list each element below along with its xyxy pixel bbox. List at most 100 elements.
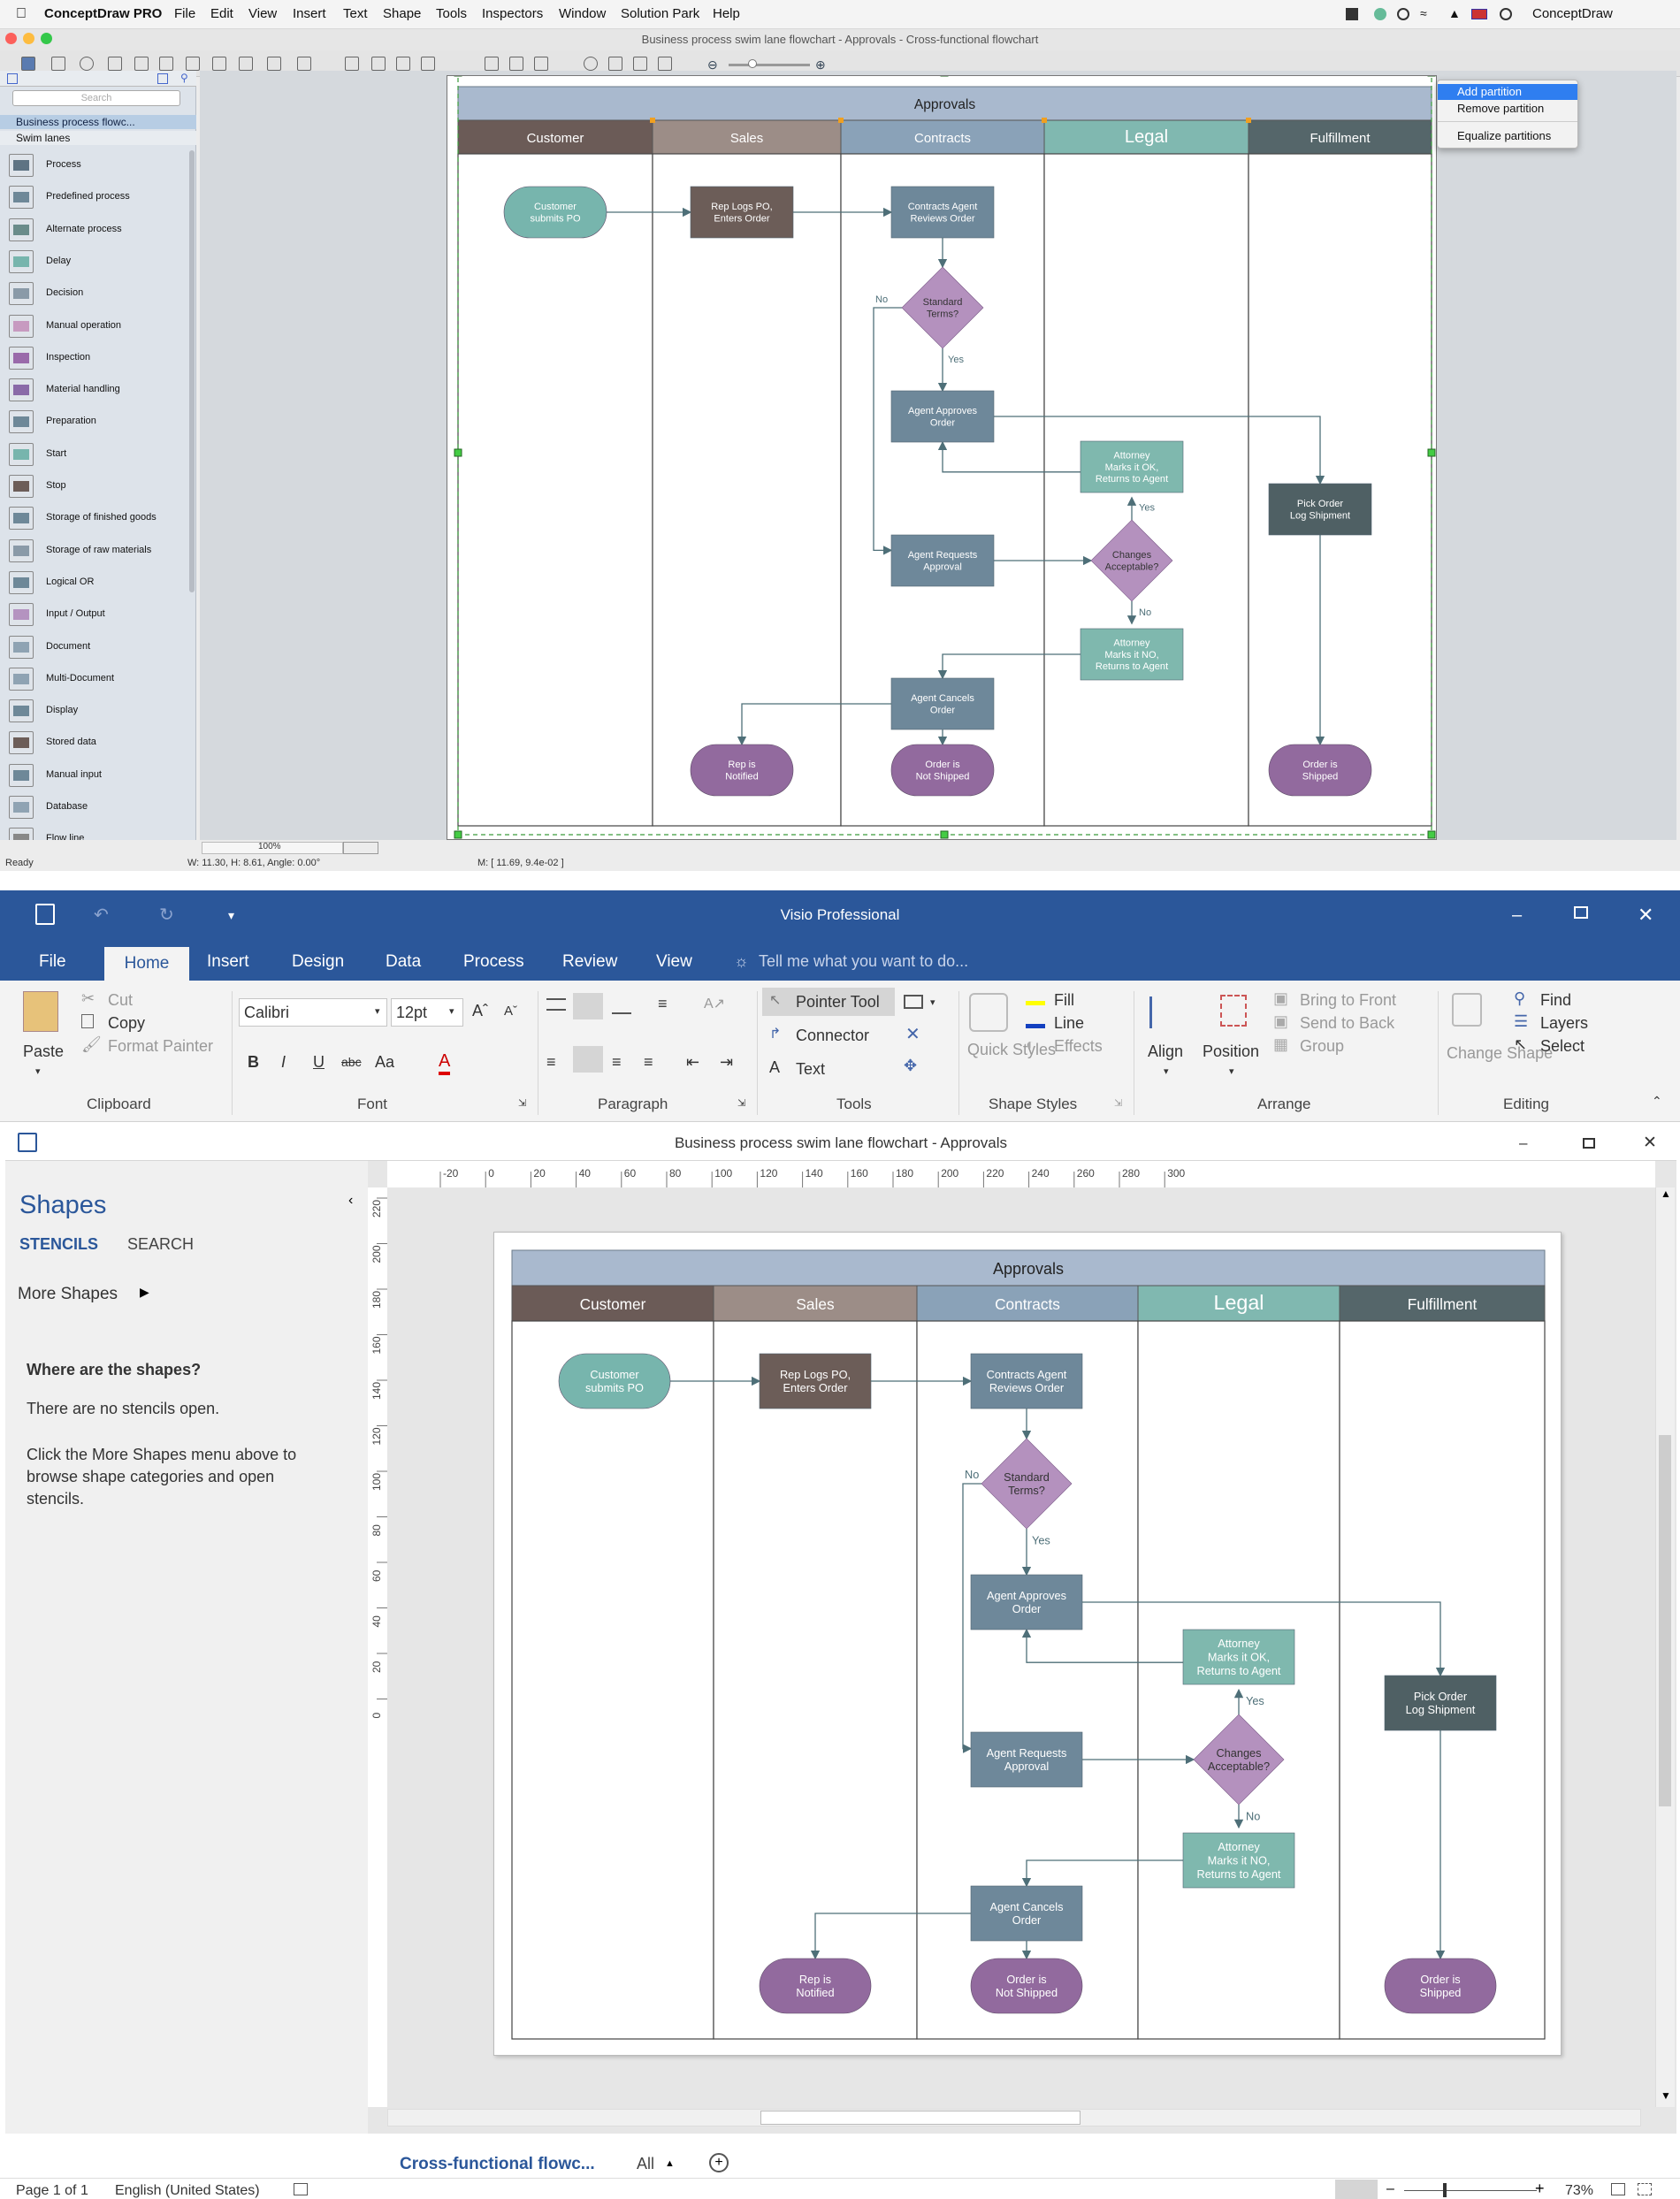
library-search-input[interactable]: Search	[12, 90, 180, 106]
menu-equalize-partitions[interactable]: Equalize partitions	[1438, 128, 1577, 144]
change-case-icon[interactable]: Aa	[375, 1053, 394, 1072]
library-scrollbar[interactable]	[189, 150, 195, 592]
library-shape-item[interactable]: Manual operation	[5, 311, 191, 341]
align-icon[interactable]	[1149, 996, 1172, 1028]
all-pages-tab[interactable]: All	[637, 2155, 654, 2173]
macro-icon[interactable]	[294, 2183, 308, 2195]
tell-me-input[interactable]: Tell me what you want to do...	[759, 952, 968, 971]
zoom-window-icon[interactable]	[41, 33, 52, 44]
format-painter-button[interactable]: Format Painter	[108, 1037, 213, 1056]
select-area-icon[interactable]	[485, 57, 499, 71]
menu-solution-park[interactable]: Solution Park	[621, 6, 699, 21]
library-shape-item[interactable]: Storage of raw materials	[5, 536, 191, 566]
status-icon[interactable]	[1374, 8, 1386, 20]
tab-review[interactable]: Review	[562, 952, 617, 972]
font-name-dropdown-icon[interactable]: ▾	[375, 1005, 380, 1017]
quick-styles-button[interactable]: Quick Styles	[967, 1041, 1056, 1059]
align-center-icon[interactable]	[573, 1046, 603, 1073]
selection-handle[interactable]	[940, 830, 949, 839]
switch-windows-icon[interactable]	[1638, 2183, 1652, 2195]
view-mode-icon[interactable]	[157, 73, 168, 84]
eject-icon[interactable]: ▲	[1448, 6, 1461, 20]
redo-icon[interactable]: ↻	[159, 890, 174, 940]
layers-button[interactable]: Layers	[1540, 1014, 1588, 1033]
rectangle-dropdown-icon[interactable]: ▾	[930, 996, 935, 1008]
selection-handle[interactable]	[1427, 448, 1436, 457]
align-right-icon[interactable]: ≡	[612, 1053, 622, 1072]
tab-file[interactable]: File	[39, 952, 66, 972]
doc-close-icon[interactable]: ✕	[1643, 1126, 1657, 1161]
line-tool-icon[interactable]	[345, 57, 359, 71]
send-to-back-icon[interactable]: ▣	[1273, 1012, 1288, 1031]
menu-help[interactable]: Help	[713, 6, 740, 21]
connector-tool-icon[interactable]	[134, 57, 149, 71]
align-bottom-icon[interactable]	[612, 1004, 631, 1014]
justify-icon[interactable]: ≡	[644, 1053, 653, 1072]
freehand-tool-icon[interactable]	[421, 57, 435, 71]
align-top-icon[interactable]	[546, 998, 566, 1011]
time-machine-icon[interactable]	[1500, 8, 1512, 20]
stamp-tool-icon[interactable]	[633, 57, 647, 71]
paragraph-launcher-icon[interactable]: ⇲	[737, 1097, 745, 1109]
close-window-icon[interactable]	[5, 33, 17, 44]
zoom-in-icon[interactable]: +	[1535, 2180, 1545, 2198]
zoom-level[interactable]: 73%	[1565, 2183, 1593, 2199]
effects-button[interactable]: Effects	[1054, 1037, 1103, 1056]
ungroup-icon[interactable]	[534, 57, 548, 71]
status-page[interactable]: Page 1 of 1	[16, 2183, 88, 2199]
library-shape-item[interactable]: Decision	[5, 279, 191, 309]
round-connector-icon[interactable]	[186, 57, 200, 71]
menu-text[interactable]: Text	[343, 6, 368, 21]
pointer-tool-button[interactable]: Pointer Tool	[796, 993, 880, 1012]
library-shape-item[interactable]: Stop	[5, 471, 191, 501]
bold-icon[interactable]: B	[248, 1053, 259, 1072]
tab-design[interactable]: Design	[292, 952, 344, 972]
select-button[interactable]: Select	[1540, 1037, 1585, 1056]
menu-view[interactable]: View	[248, 6, 277, 21]
align-middle-icon[interactable]	[573, 993, 603, 1019]
zoom-slider-thumb[interactable]	[1443, 2183, 1447, 2197]
connector-button[interactable]: Connector	[796, 1027, 869, 1045]
effects-icon[interactable]: ◐	[1026, 1035, 1035, 1054]
paste-dropdown-icon[interactable]: ▾	[35, 1065, 41, 1077]
quick-styles-icon[interactable]	[969, 993, 1008, 1032]
text-button[interactable]: Text	[796, 1060, 825, 1079]
library-shape-item[interactable]: Predefined process	[5, 182, 191, 212]
close-icon[interactable]: ✕	[1638, 890, 1653, 940]
library-shape-item[interactable]: Document	[5, 632, 191, 662]
fill-icon[interactable]	[1026, 989, 1045, 1005]
library-shape-item[interactable]: Input / Output	[5, 599, 191, 630]
library-shape-item[interactable]: Alternate process	[5, 215, 191, 245]
lane-handle[interactable]	[1042, 118, 1047, 123]
send-to-back-button[interactable]: Send to Back	[1300, 1014, 1394, 1033]
pointer-tool-icon[interactable]	[21, 57, 35, 71]
position-icon[interactable]	[1220, 995, 1247, 1027]
library-shape-item[interactable]: Logical OR	[5, 568, 191, 598]
library-swim-lanes[interactable]: Swim lanes	[0, 131, 196, 145]
lane-handle[interactable]	[838, 118, 844, 123]
chevron-right-icon[interactable]: ▶	[140, 1285, 149, 1300]
font-size-dropdown-icon[interactable]: ▾	[449, 1005, 454, 1017]
apple-icon[interactable]: 	[16, 6, 27, 22]
tree-connector-icon[interactable]	[239, 57, 253, 71]
insert-icon[interactable]	[297, 57, 311, 71]
bullets-icon[interactable]: ≡	[658, 995, 668, 1013]
menu-right-label[interactable]: ConceptDraw	[1532, 6, 1613, 21]
align-dropdown-icon[interactable]: ▾	[1164, 1065, 1169, 1077]
bring-to-front-icon[interactable]: ▣	[1273, 989, 1288, 1008]
add-page-icon[interactable]: +	[709, 2153, 729, 2172]
menu-tools[interactable]: Tools	[436, 6, 467, 21]
more-shapes-link[interactable]: More Shapes	[18, 1285, 118, 1304]
zoom-tool-icon[interactable]	[584, 57, 598, 71]
group-button[interactable]: Group	[1300, 1037, 1344, 1056]
grid-icon[interactable]	[1346, 8, 1358, 20]
library-shape-item[interactable]: Inspection	[5, 343, 191, 373]
paste-icon[interactable]	[23, 991, 58, 1032]
library-shape-item[interactable]: Delay	[5, 247, 191, 277]
group-icon[interactable]: ▦	[1273, 1035, 1288, 1054]
group-icon[interactable]	[509, 57, 523, 71]
connection-point-icon[interactable]: ✥	[904, 1057, 917, 1075]
undo-icon[interactable]: ↶	[94, 890, 109, 940]
page-tab[interactable]: Cross-functional flowc...	[400, 2155, 595, 2174]
decrease-indent-icon[interactable]: ⇤	[686, 1053, 699, 1072]
